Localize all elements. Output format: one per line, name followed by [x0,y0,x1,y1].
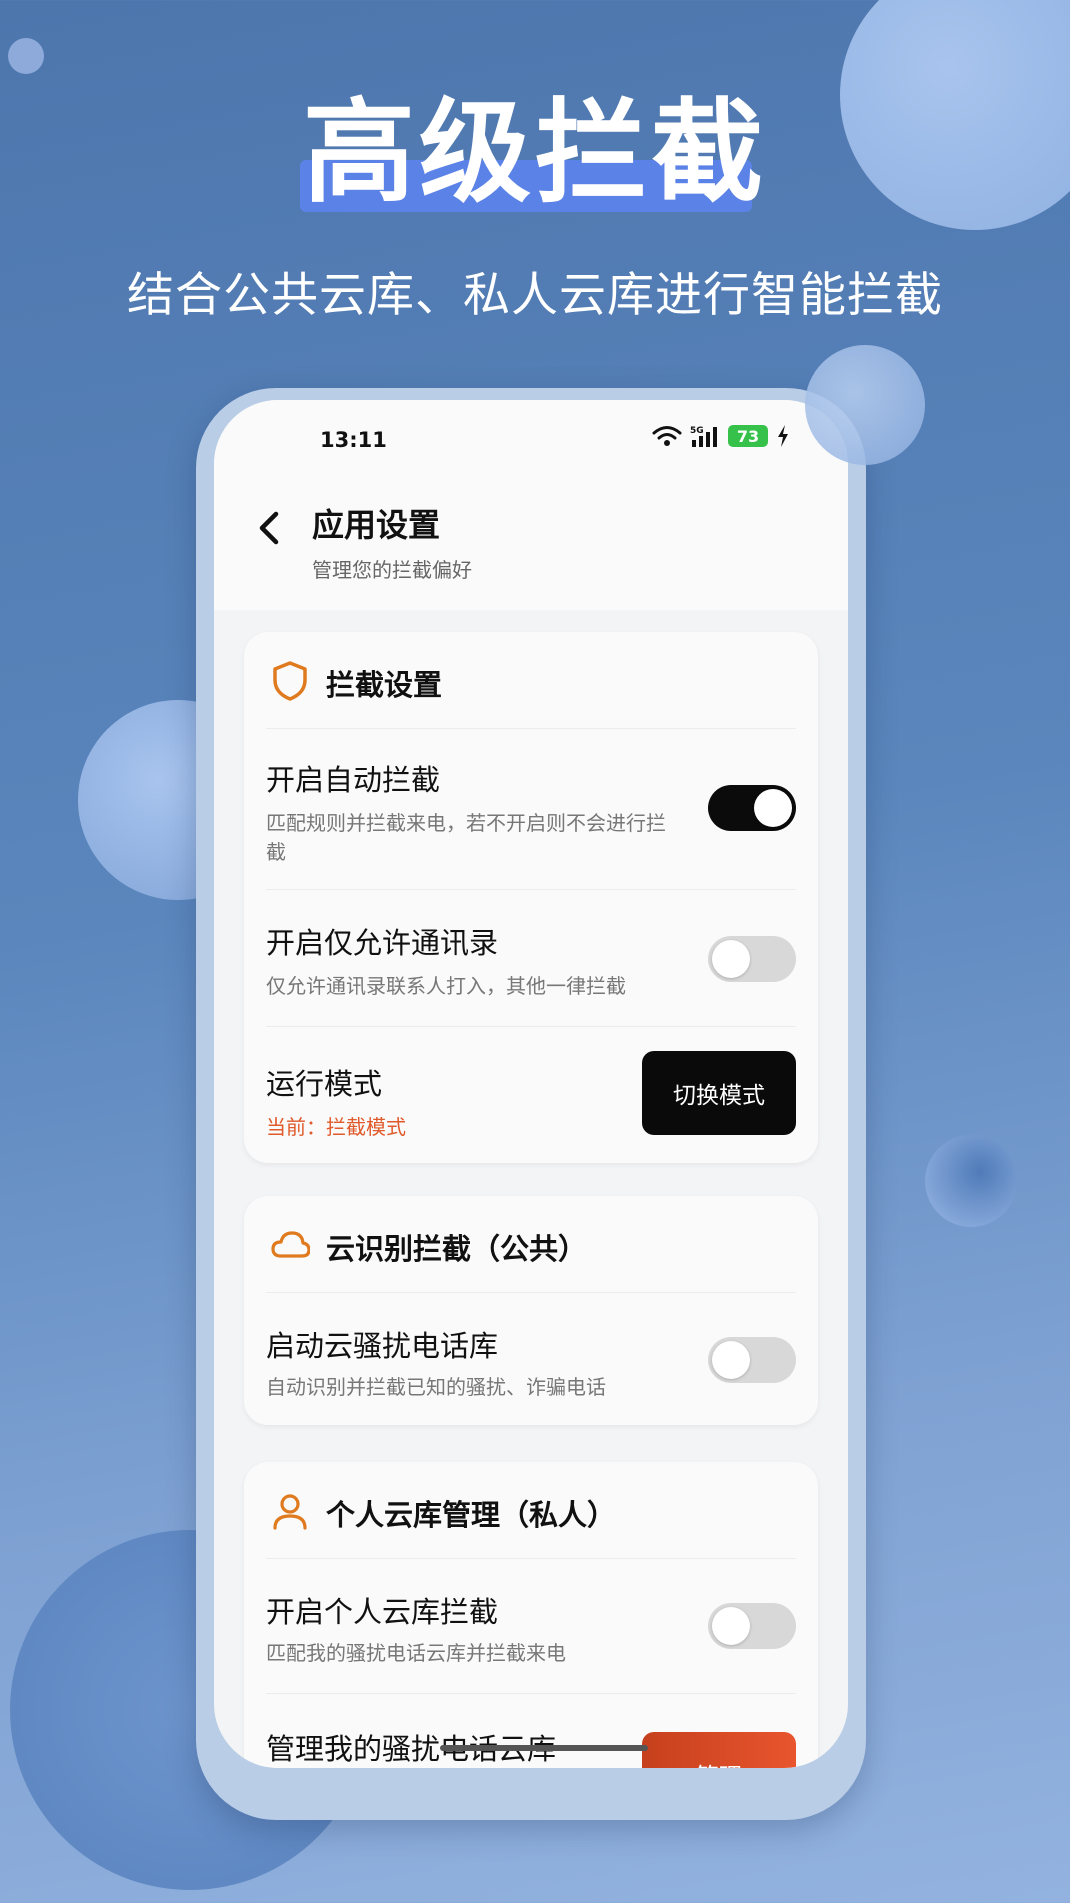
row-title: 开启个人云库拦截 [266,1595,499,1629]
promo-subtitle: 结合公共云库、私人云库进行智能拦截 [127,268,943,323]
run-mode-row: 运行模式 当前：拦截模式 切换模式 [266,1027,796,1163]
battery-icon: 73 [728,425,768,447]
row-title: 运行模式 [266,1067,383,1101]
decorative-bubble [925,1135,1017,1227]
decorative-bubble [805,345,925,465]
headline-text: 高级拦截 [303,88,767,218]
wifi-icon [652,426,682,446]
card-header: 拦截设置 [266,632,796,729]
charging-icon [778,425,788,447]
toggle-knob [754,789,792,827]
toggle-knob [712,1341,750,1379]
user-icon [273,1494,307,1530]
toggle-knob [712,1607,750,1645]
back-arrow-icon[interactable] [254,508,284,548]
row-title: 开启仅允许通讯录 [266,926,499,960]
page-title: 应用设置 [312,506,441,544]
current-mode-label: 当前：拦截模式 [266,1115,406,1139]
intercept-settings-card: 拦截设置 开启自动拦截 匹配规则并拦截来电，若不开启则不会进行拦截 开启仅允许通… [244,632,818,1163]
home-indicator[interactable] [440,1745,648,1751]
card-header: 云识别拦截（公共） [266,1196,796,1293]
row-title: 启动云骚扰电话库 [266,1329,499,1363]
personal-block-toggle[interactable] [708,1603,796,1649]
personal-block-row: 开启个人云库拦截 匹配我的骚扰电话云库并拦截来电 [266,1559,796,1694]
page-subtitle: 管理您的拦截偏好 [312,558,472,582]
app-header: 应用设置 管理您的拦截偏好 [214,470,848,610]
card-header: 个人云库管理（私人） [266,1462,796,1559]
cloud-intercept-card: 云识别拦截（公共） 启动云骚扰电话库 自动识别并拦截已知的骚扰、诈骗电话 [244,1196,818,1425]
row-title: 开启自动拦截 [266,763,441,797]
auto-block-toggle[interactable] [708,785,796,831]
row-description: 仅允许通讯录联系人打入，其他一律拦截 [266,974,626,998]
network-type: 5G [690,426,704,436]
toggle-knob [712,940,750,978]
switch-mode-button[interactable]: 切换模式 [642,1051,796,1135]
row-description: 匹配我的骚扰电话云库并拦截来电 [266,1641,566,1665]
personal-cloud-card: 个人云库管理（私人） 开启个人云库拦截 匹配我的骚扰电话云库并拦截来电 管理我的… [244,1462,818,1768]
promo-headline: 高级拦截 [0,88,1070,218]
status-icons: 5G 73 [652,424,790,448]
shield-icon [273,661,307,701]
manage-row: 管理我的骚扰电话云库 管理 [266,1694,796,1768]
phone-screen: 13:11 5G 73 应用设置 管理您的拦截偏好 拦截设置 开启自动拦截 匹配… [214,400,848,1768]
contacts-only-row: 开启仅允许通讯录 仅允许通讯录联系人打入，其他一律拦截 [266,890,796,1027]
cloud-icon [271,1231,310,1258]
row-description: 自动识别并拦截已知的骚扰、诈骗电话 [266,1375,606,1399]
signal-icon: 5G [690,426,717,447]
status-time: 13:11 [320,428,387,452]
card-title: 拦截设置 [326,668,443,702]
status-bar: 13:11 5G 73 [214,400,848,470]
cloud-lib-toggle[interactable] [708,1337,796,1383]
cloud-lib-row: 启动云骚扰电话库 自动识别并拦截已知的骚扰、诈骗电话 [266,1293,796,1425]
auto-block-row: 开启自动拦截 匹配规则并拦截来电，若不开启则不会进行拦截 [266,729,796,890]
row-description: 匹配规则并拦截来电，若不开启则不会进行拦截 [266,811,666,864]
decorative-bubble [8,38,44,74]
card-title: 云识别拦截（公共） [326,1232,588,1266]
contacts-only-toggle[interactable] [708,936,796,982]
card-title: 个人云库管理（私人） [326,1498,617,1532]
manage-button[interactable]: 管理 [642,1732,796,1768]
